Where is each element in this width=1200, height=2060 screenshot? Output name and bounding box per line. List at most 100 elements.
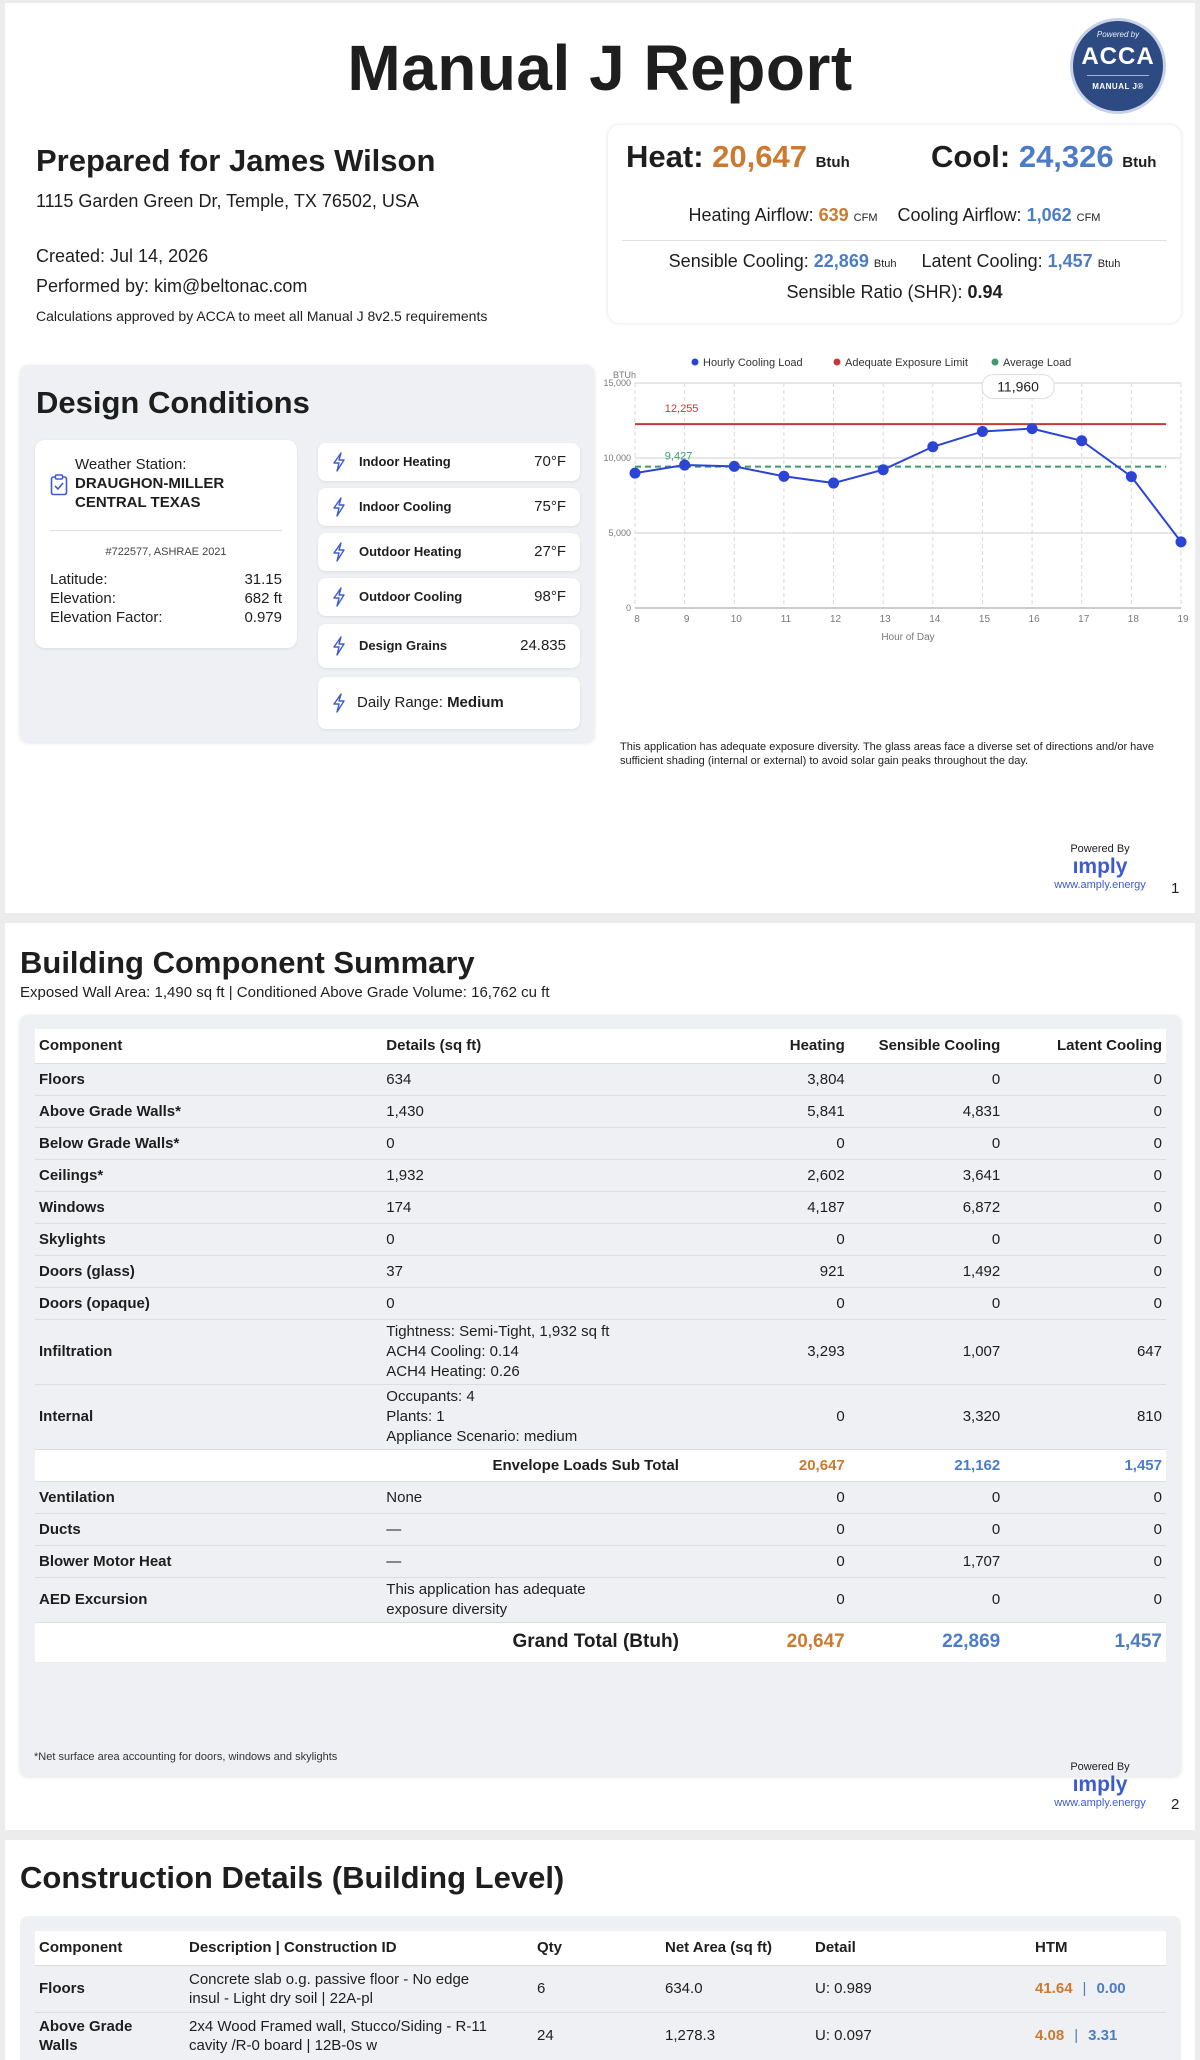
x-tick-label: 8 [634,614,640,625]
component-details: 37 [382,1254,683,1287]
building-summary-panel: Component Details (sq ft) Heating Sensib… [20,1015,1181,1776]
condition-value: 24.835 [520,637,566,654]
grand-total-latent: 1,457 [1004,1621,1166,1662]
latent-label: Latent Cooling: [921,251,1043,271]
acca-approval-note: Calculations approved by ACCA to meet al… [36,308,488,324]
weather-station-label: Weather Station: [75,456,187,473]
component-details: — [382,1512,683,1545]
x-tick-label: 18 [1128,614,1140,625]
construction-description: 2x4 Wood Framed wall, Stucco/Siding - R-… [185,2011,533,2059]
report-page-3: Construction Details (Building Level) Co… [5,1840,1195,2060]
performed-by: Performed by: kim@beltonac.com [36,276,308,296]
column-header: Latent Cooling [1004,1029,1166,1063]
heating-value: 3,804 [682,1062,849,1095]
heat-label: Heat: [626,139,704,174]
legend-label: Average Load [1003,357,1071,369]
heat-load: Heat: 20,647 Btuh [626,139,850,175]
shr-label: Sensible Ratio (SHR): [786,282,963,302]
lightning-bolt-icon [333,452,345,472]
x-tick-label: 10 [731,614,743,625]
daily-range: Daily Range: Medium [357,694,504,711]
net-area: 634.0 [661,1964,811,2012]
condition-value: 27°F [534,543,566,560]
daily-range-pill: Daily Range: Medium [318,677,580,729]
u-value: U: 0.989 [811,1964,1031,2012]
lightning-bolt-icon [333,693,345,713]
hourly-cooling-load-point [877,464,889,476]
hourly-cooling-load-point [679,459,691,471]
detail-line: Occupants: 4 [386,1387,475,1405]
condition-indoor-cooling: Indoor Cooling 75°F [318,488,580,526]
component-details: This application has adequate exposure d… [382,1576,683,1622]
cooling-airflow-unit: CFM [1076,212,1101,224]
sensible-cooling-value: 3,641 [848,1158,1005,1191]
condition-label: Design Grains [359,638,448,653]
detail-line: This application has adequate [386,1580,586,1598]
powered-by-label: Powered By [1070,843,1130,855]
sensible-cooling-value: 1,707 [848,1544,1005,1577]
legend-marker [991,358,999,366]
amply-brand: ımply [1072,1773,1128,1796]
latent-value: 1,457 [1047,251,1093,271]
grand-total-label: Grand Total (Btuh) [35,1621,683,1662]
x-tick-label: 16 [1029,614,1041,625]
latent-cooling-value: 0 [1004,1126,1166,1159]
legend-marker [833,358,841,366]
component-name-line: Walls [39,2036,78,2054]
peak-tooltip-label: 11,960 [997,379,1039,395]
x-tick-label: 17 [1078,614,1090,625]
average-load-label: 9,427 [665,451,693,463]
latent-cooling-value: 0 [1004,1576,1166,1622]
sensible-cooling-value: 4,831 [848,1094,1005,1127]
elevation-factor-label: Elevation Factor: [50,609,163,626]
component-name: Below Grade Walls* [35,1126,383,1159]
subtotal-sensible: 21,162 [848,1448,1005,1481]
latitude-label: Latitude: [50,571,108,588]
lightning-bolt-icon [333,587,345,607]
net-area-footnote: *Net surface area accounting for doors, … [34,1751,338,1763]
component-name: Ducts [35,1512,383,1545]
weather-station-id: #722577, ASHRAE 2021 [105,546,227,558]
heating-airflow-value: 639 [818,205,849,225]
column-header: Heating [682,1029,849,1063]
table-header-row: Component Description | Construction ID … [35,1931,1166,1965]
airflow-line: Heating Airflow: 639 CFM Cooling Airflow… [608,205,1181,226]
latent-cooling-value: 647 [1004,1318,1166,1384]
latent-cooling-value: 0 [1004,1512,1166,1545]
acca-manual-j-badge-icon: Powered by ACCA MANUAL J® [1070,18,1166,114]
sensible-cooling-value: 0 [848,1126,1005,1159]
htm-separator: | [1074,2027,1079,2044]
x-tick-label: 19 [1177,614,1189,625]
legend-label: Adequate Exposure Limit [845,357,968,369]
weather-station-name: DRAUGHON-MILLER CENTRAL TEXAS [75,475,225,511]
cooling-airflow-label: Cooling Airflow: [897,205,1022,225]
hourly-cooling-load-point [976,425,988,437]
condition-label: Indoor Heating [359,454,451,469]
badge-rule [1087,75,1149,76]
latitude-value: 31.15 [244,571,282,588]
hourly-cooling-load-point [927,441,939,453]
table-row: Skylights 0 0 0 0 [35,1222,1166,1255]
detail-line: Appliance Scenario: medium [386,1427,578,1445]
component-name: Skylights [35,1222,383,1255]
hourly-cooling-load-point [1076,435,1088,447]
sensible-label: Sensible Cooling: [668,251,809,271]
table-row-aed: AED Excursion This application has adequ… [35,1576,1166,1622]
table-header-row: Component Details (sq ft) Heating Sensib… [35,1029,1166,1063]
weather-station-card: Weather Station: DRAUGHON-MILLER CENTRAL… [35,440,297,648]
table-row: Ceilings* 1,932 2,602 3,641 0 [35,1158,1166,1191]
column-header: Sensible Cooling [848,1029,1005,1063]
created-date: Created: Jul 14, 2026 [36,246,209,266]
lightning-bolt-icon [333,542,345,562]
amply-url[interactable]: www.amply.energy [1045,879,1155,891]
amply-url[interactable]: www.amply.energy [1045,1797,1155,1809]
latent-cooling-value: 0 [1004,1062,1166,1095]
hourly-cooling-load-point [629,467,641,479]
grand-total-row: Grand Total (Btuh) 20,647 22,869 1,457 [35,1621,1166,1662]
hourly-cooling-load-point [1026,423,1038,435]
subtotal-label: Envelope Loads Sub Total [35,1448,683,1481]
column-header: Details (sq ft) [382,1029,683,1063]
component-name: Doors (opaque) [35,1286,383,1319]
x-tick-label: 15 [979,614,991,625]
daily-range-value: Medium [447,694,504,711]
